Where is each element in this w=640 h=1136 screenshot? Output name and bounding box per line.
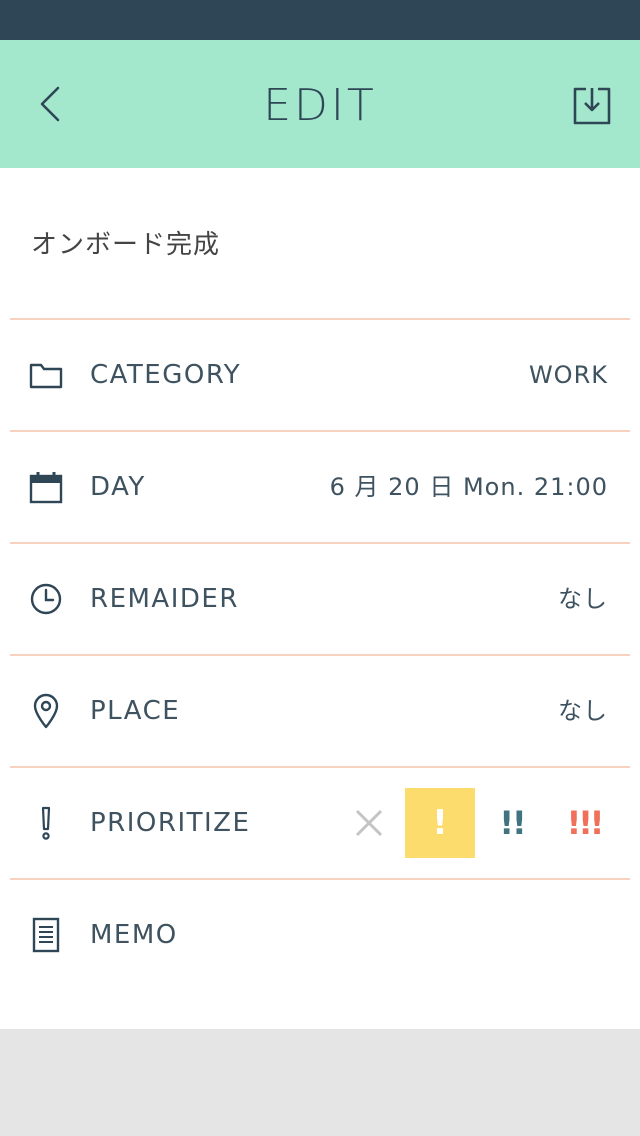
priority-medium-button[interactable]: !!	[477, 788, 547, 858]
day-value: 6 月 20 日 Mon. 21:00	[329, 473, 608, 501]
place-value: なし	[558, 697, 608, 725]
category-value: WORK	[528, 361, 608, 389]
place-label: PLACE	[90, 696, 181, 726]
category-label: CATEGORY	[90, 360, 242, 390]
reminder-label: REMAIDER	[90, 584, 239, 614]
calendar-icon	[26, 467, 66, 507]
prioritize-label: PRIORITIZE	[90, 808, 251, 838]
memo-label: MEMO	[90, 920, 178, 950]
close-icon	[355, 809, 383, 837]
day-label: DAY	[90, 472, 146, 502]
memo-row[interactable]: MEMO	[0, 880, 640, 990]
place-row[interactable]: PLACE なし	[0, 656, 640, 766]
priority-none-button[interactable]	[334, 788, 404, 858]
priority-low-glyph: !	[432, 803, 448, 843]
page-title: EDIT	[263, 80, 377, 131]
reminder-value: なし	[558, 585, 608, 613]
exclamation-icon	[26, 803, 66, 843]
reminder-row[interactable]: REMAIDER なし	[0, 544, 640, 654]
location-pin-icon	[26, 691, 66, 731]
task-title-text: オンボード完成	[31, 230, 221, 260]
folder-icon	[26, 355, 66, 395]
save-button[interactable]	[566, 80, 618, 132]
task-title-field[interactable]: オンボード完成	[0, 168, 640, 318]
header-bar: EDIT	[0, 40, 640, 168]
clock-icon	[26, 579, 66, 619]
priority-low-button[interactable]: !	[405, 788, 475, 858]
save-download-icon	[573, 87, 611, 125]
status-bar	[0, 0, 640, 40]
category-row[interactable]: CATEGORY WORK	[0, 320, 640, 430]
priority-high-button[interactable]: !!!	[549, 788, 619, 858]
document-icon	[26, 915, 66, 955]
footer-area	[0, 1029, 640, 1136]
priority-medium-glyph: !!	[499, 804, 526, 842]
priority-high-glyph: !!!	[566, 804, 605, 842]
day-row[interactable]: DAY 6 月 20 日 Mon. 21:00	[0, 432, 640, 542]
